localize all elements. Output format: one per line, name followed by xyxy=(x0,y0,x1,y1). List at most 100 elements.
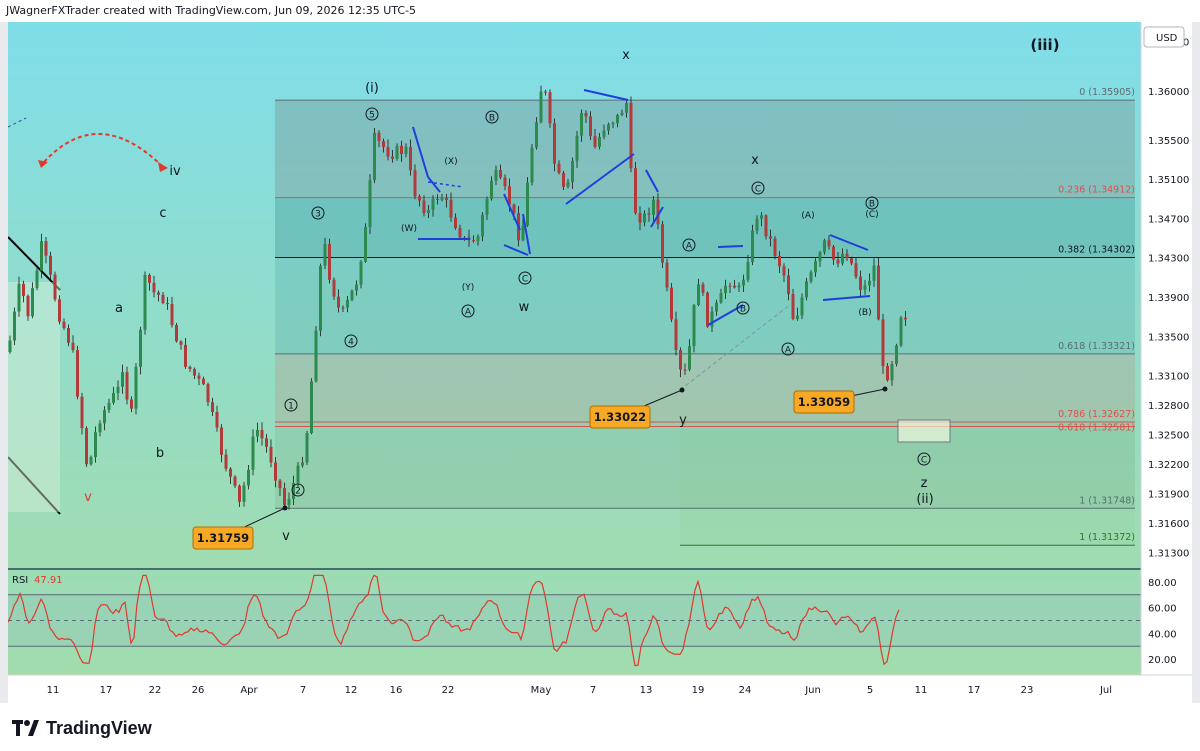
candle-body xyxy=(755,218,759,231)
candle-body xyxy=(809,272,813,282)
candle-body xyxy=(683,369,687,371)
candle-body xyxy=(814,261,817,273)
candle-body xyxy=(215,411,219,428)
circled-label-12: B xyxy=(869,200,875,210)
candle-body xyxy=(679,350,682,370)
candle-body xyxy=(647,213,651,215)
candle-body xyxy=(265,438,268,447)
candle-body xyxy=(728,285,732,287)
candle-body xyxy=(733,285,736,288)
candle-body xyxy=(566,182,570,187)
price-tick-11: 1.32200 xyxy=(1148,460,1189,471)
candle-body xyxy=(890,364,894,381)
wave-label-8: y xyxy=(679,413,687,428)
chart-svg[interactable]: 0 (1.35905) 0.236 (1.34912) 0.382 (1.34302… xyxy=(7,22,1192,703)
candle-body xyxy=(409,146,412,171)
footer-bar: TradingView xyxy=(0,703,1200,751)
candle-body xyxy=(431,198,435,210)
candle-body xyxy=(854,263,858,277)
target-zone-box xyxy=(897,419,951,443)
candle-body xyxy=(350,290,354,300)
candle-body xyxy=(764,215,768,237)
candle-body xyxy=(737,285,741,288)
candle-body xyxy=(328,243,331,280)
candle-body xyxy=(67,327,70,343)
candle-body xyxy=(364,227,367,262)
candle-body xyxy=(184,344,187,367)
candle-body xyxy=(49,255,52,275)
candle-body xyxy=(224,454,228,469)
fib-label-7: 1 (1.31372) xyxy=(1079,532,1135,543)
price-tick-10: 1.32500 xyxy=(1148,430,1189,441)
price-tick-7: 1.33500 xyxy=(1148,332,1189,343)
candle-body xyxy=(580,112,583,136)
candle-body xyxy=(53,274,57,300)
candle-body xyxy=(535,122,538,148)
wave-label-3: iv xyxy=(169,164,181,179)
price-tick-9: 1.32800 xyxy=(1148,401,1189,412)
candle-body xyxy=(904,317,907,320)
candle-body xyxy=(17,283,21,312)
price-callout-dot-1 xyxy=(282,505,288,511)
candle-body xyxy=(665,262,669,288)
candle-body xyxy=(769,236,772,239)
candle-body xyxy=(436,198,439,200)
candle-body xyxy=(310,381,313,434)
wave-label-7: v xyxy=(282,529,290,544)
candle-body xyxy=(26,295,30,317)
chart-stage[interactable]: 0 (1.35905) 0.236 (1.34912) 0.382 (1.34302… xyxy=(7,22,1192,703)
rsi-tick-2: 40.00 xyxy=(1148,629,1177,640)
candle-body xyxy=(355,284,358,291)
time-tick-10: 7 xyxy=(590,685,596,696)
time-axis-background xyxy=(8,675,1192,703)
candle-body xyxy=(530,147,534,183)
wave-label-14: (X) xyxy=(444,157,457,167)
candle-body xyxy=(400,145,403,154)
candle-body xyxy=(562,172,565,187)
wave-label-15: (Y) xyxy=(462,283,475,293)
candle-body xyxy=(503,177,507,187)
candle-body xyxy=(206,384,210,403)
candle-body xyxy=(373,132,376,181)
candle-body xyxy=(166,303,169,305)
rsi-pane: RSI 47.91 xyxy=(7,568,1141,672)
currency-button-label: USD xyxy=(1156,33,1178,44)
time-tick-3: 26 xyxy=(192,685,205,696)
candle-body xyxy=(634,168,637,214)
candle-body xyxy=(589,116,592,137)
fib-label-4: 0.786 (1.32627) xyxy=(1058,409,1135,420)
price-tick-14: 1.31300 xyxy=(1148,548,1189,559)
tradingview-logo[interactable]: TradingView xyxy=(12,716,152,740)
candle-body xyxy=(544,91,547,93)
price-callout-text-2: 1.33059 xyxy=(798,395,850,409)
candle-body xyxy=(116,386,120,394)
rsi-tick-0: 80.00 xyxy=(1148,578,1177,589)
time-tick-16: 11 xyxy=(915,685,928,696)
candle-body xyxy=(287,499,291,506)
candle-body xyxy=(602,130,606,137)
circled-label-8: A xyxy=(686,242,693,252)
circled-label-2: 3 xyxy=(315,210,321,220)
candle-body xyxy=(818,252,822,262)
time-tick-5: 7 xyxy=(300,685,306,696)
candle-body xyxy=(611,123,615,125)
time-tick-11: 13 xyxy=(640,685,653,696)
candle-body xyxy=(800,297,804,316)
wave-label-0: (iii) xyxy=(1030,36,1059,54)
candle-body xyxy=(440,197,444,200)
candle-body xyxy=(836,259,840,264)
candle-body xyxy=(346,299,349,308)
circled-label-4: 5 xyxy=(369,111,375,121)
candle-body xyxy=(332,279,336,297)
candle-body xyxy=(827,240,831,247)
time-tick-8: 22 xyxy=(442,685,455,696)
candle-body xyxy=(94,432,97,458)
candle-body xyxy=(314,330,318,382)
candle-body xyxy=(832,246,835,260)
wave-label-v-red: v xyxy=(84,490,92,505)
chart-caption: JWagnerFXTrader created with TradingView… xyxy=(0,0,1200,22)
candle-body xyxy=(85,428,88,465)
candle-body xyxy=(598,136,601,147)
rsi-title: RSI xyxy=(12,575,28,586)
candle-body xyxy=(175,325,178,342)
